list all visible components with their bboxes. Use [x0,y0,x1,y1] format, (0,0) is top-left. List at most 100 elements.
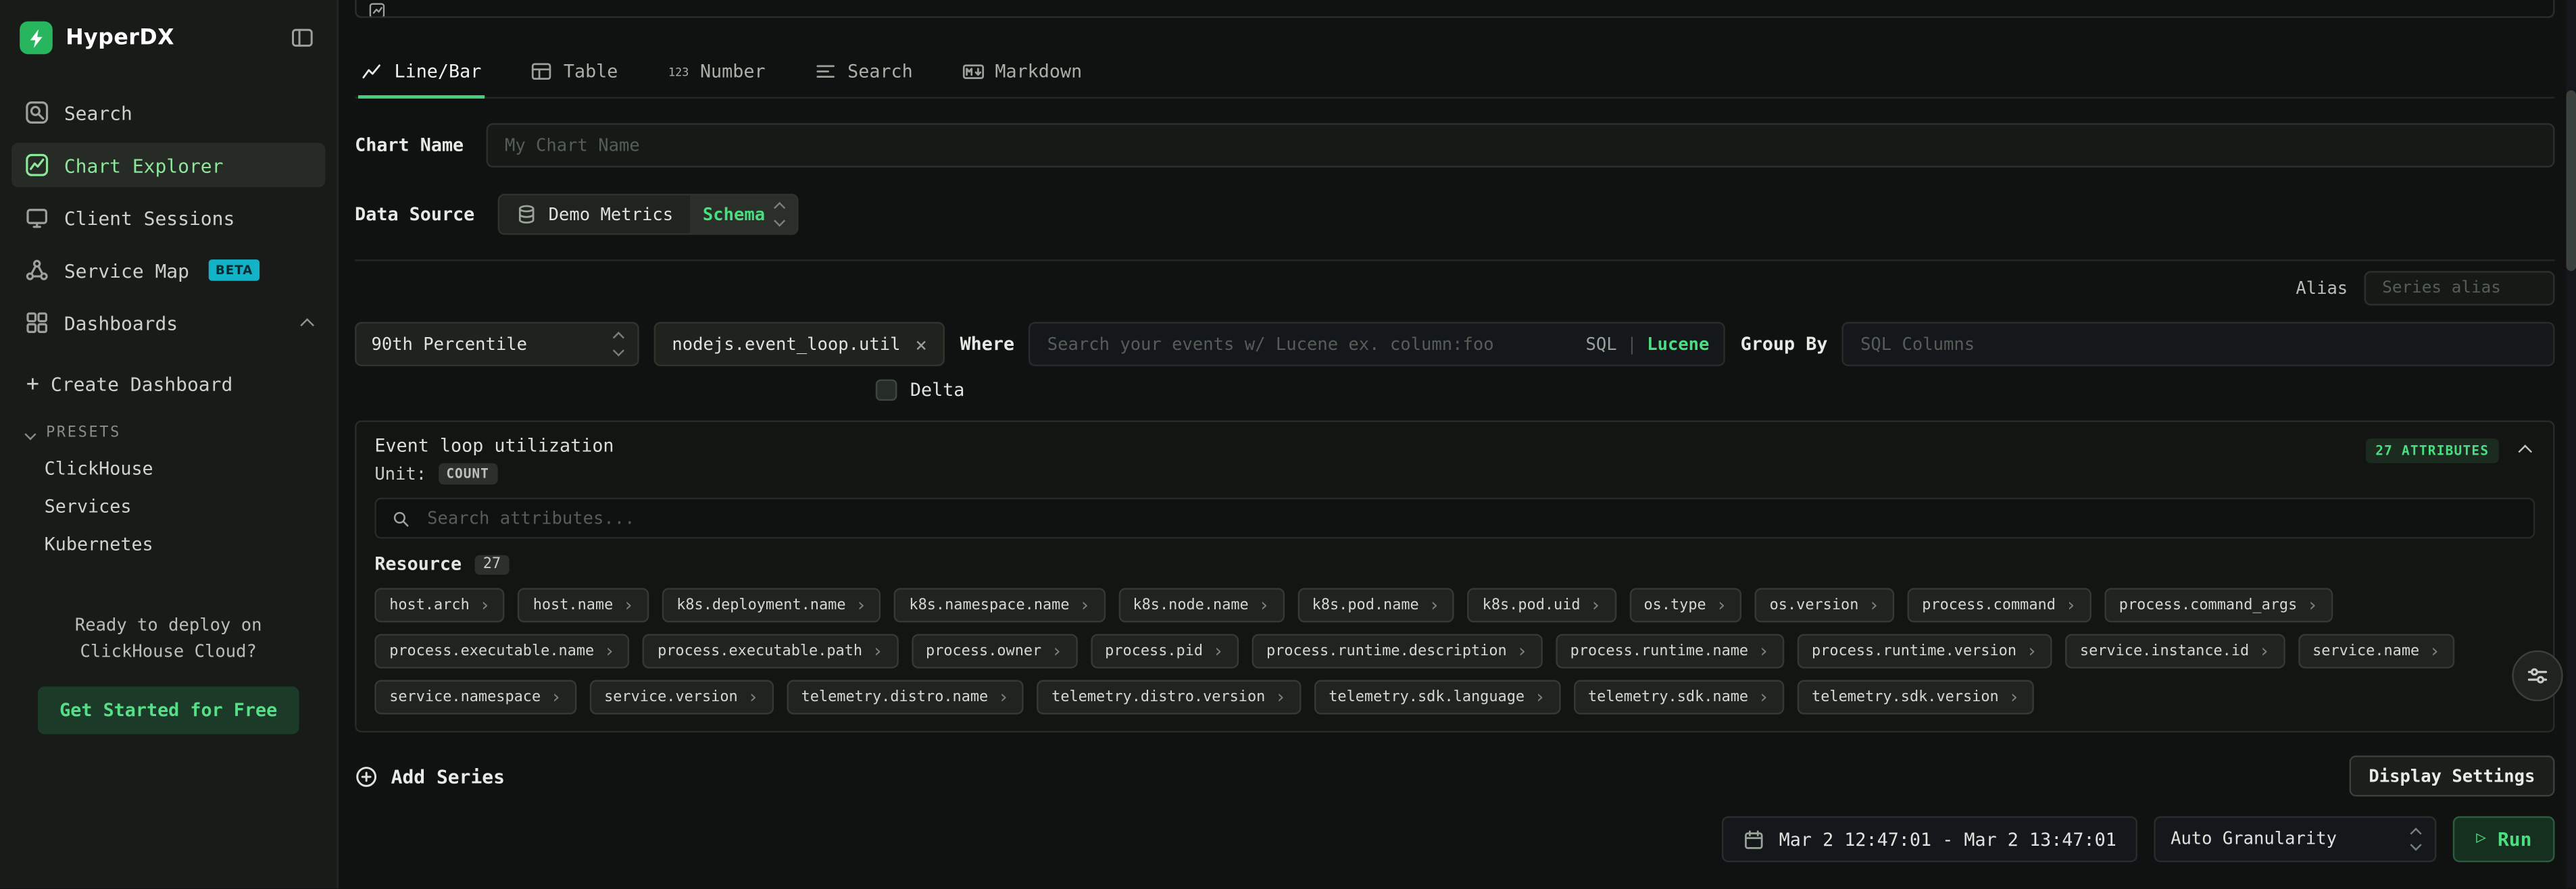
unit-row: Unit: COUNT [374,463,614,485]
granularity-select[interactable]: Auto Granularity [2154,816,2437,862]
attribute-chips: host.arch host.name k8s.deployment.name … [374,588,2535,714]
lucene-toggle[interactable]: Lucene [1647,334,1709,354]
tab-search[interactable]: Search [812,51,916,97]
number-icon: 123 [667,61,689,82]
data-source-select[interactable]: Demo Metrics Schema [497,194,797,235]
group-by-input[interactable] [1842,322,2554,367]
attribute-chip[interactable]: k8s.deployment.name [662,588,881,622]
attribute-chip[interactable]: host.arch [374,588,505,622]
attribute-chip[interactable]: process.runtime.description [1252,634,1542,668]
chevron-right-icon [1716,595,1727,615]
attribute-chip[interactable]: telemetry.distro.name [787,680,1024,715]
tab-number[interactable]: 123 Number [664,51,768,97]
chevron-right-icon [479,595,490,615]
aggregation-select[interactable]: 90th Percentile [355,322,639,367]
calendar-icon [1743,829,1764,850]
remove-metric-icon[interactable] [915,334,927,354]
main-content: Line/Bar Table 123 Number Search [339,0,2576,888]
chevron-right-icon [604,641,615,661]
attribute-chip[interactable]: k8s.pod.uid [1468,588,1616,622]
floating-sliders-button[interactable] [2512,651,2562,701]
preset-item-kubernetes[interactable]: Kubernetes [0,526,337,563]
sort-chevrons-icon [775,204,783,224]
attribute-chip[interactable]: os.version [1755,588,1894,622]
tab-markdown[interactable]: Markdown [959,51,1085,97]
presets-toggle[interactable]: PRESETS [0,411,337,450]
attribute-chip[interactable]: telemetry.sdk.language [1314,680,1560,715]
attribute-chip[interactable]: process.runtime.name [1556,634,1784,668]
get-started-button[interactable]: Get Started for Free [39,686,299,734]
sidebar-item-client-sessions[interactable]: Client Sessions [11,195,325,240]
chevron-right-icon [1429,595,1439,615]
run-label: Run [2498,828,2532,850]
display-settings-button[interactable]: Display Settings [2349,755,2554,796]
alias-input[interactable] [2364,271,2554,305]
attribute-chip[interactable]: process.executable.path [643,634,897,668]
attribute-chip[interactable]: process.owner [911,634,1077,668]
attribute-chip[interactable]: service.version [589,680,773,715]
chevron-right-icon [872,641,883,661]
where-label: Where [960,334,1015,355]
sidebar-item-dashboards[interactable]: Dashboards [11,301,325,345]
attribute-chip[interactable]: host.name [518,588,649,622]
table-icon [530,61,552,82]
plus-circle-icon [355,765,378,788]
markdown-icon [962,61,984,82]
create-dashboard-button[interactable]: + Create Dashboard [0,358,337,411]
create-dashboard-label: Create Dashboard [51,373,232,396]
dashboards-grid-icon [24,310,49,334]
tab-line-bar[interactable]: Line/Bar [358,51,485,97]
attribute-chip[interactable]: telemetry.sdk.version [1797,680,2034,715]
date-range-button[interactable]: Mar 2 12:47:01 - Mar 2 13:47:01 [1722,816,2138,862]
attributes-search-input[interactable] [424,507,2519,530]
attribute-chip[interactable]: process.command_args [2104,588,2333,622]
collapse-panel-button[interactable] [2515,441,2535,461]
sidebar-item-chart-explorer[interactable]: Chart Explorer [11,143,325,188]
sidebar-item-service-map[interactable]: Service Map BETA [11,248,325,293]
attribute-chip[interactable]: telemetry.sdk.name [1573,680,1784,715]
chevron-right-icon [1758,641,1769,661]
group-label: Resource [374,553,462,575]
attribute-chip[interactable]: service.namespace [374,680,576,715]
chart-name-input[interactable] [487,123,2554,168]
svg-text:123: 123 [668,66,689,79]
metric-chip[interactable]: nodejs.event_loop.util [654,322,945,367]
attribute-chip[interactable]: process.executable.name [374,634,629,668]
sidebar-collapse-button[interactable] [287,23,317,53]
attribute-chip[interactable]: k8s.pod.name [1297,588,1455,622]
attribute-chip[interactable]: process.command [1907,588,2091,622]
chevron-right-icon [747,687,758,707]
preset-item-services[interactable]: Services [0,488,337,526]
attribute-chip[interactable]: process.pid [1090,634,1238,668]
schema-label: Schema [703,205,765,224]
tab-table[interactable]: Table [527,51,621,97]
scrollbar-thumb[interactable] [2567,91,2576,271]
attribute-chip[interactable]: k8s.namespace.name [895,588,1106,622]
sidebar-nav: Search Chart Explorer Client Sessions Se… [0,68,337,345]
add-series-button[interactable]: Add Series [355,765,505,788]
chevron-down-icon [26,430,34,438]
sidebar-item-label: Search [64,101,132,124]
run-button[interactable]: Run [2453,816,2554,862]
beta-badge: BETA [209,259,259,281]
alias-row: Alias [355,271,2554,305]
chevron-right-icon [1079,595,1090,615]
preset-item-clickhouse[interactable]: ClickHouse [0,450,337,488]
attribute-chip[interactable]: telemetry.distro.version [1037,680,1301,715]
attribute-chip[interactable]: k8s.node.name [1118,588,1285,622]
attribute-chip[interactable]: service.name [2298,634,2455,668]
query-language-toggle: SQL | Lucene [1586,334,1710,354]
sql-toggle[interactable]: SQL [1586,334,1617,354]
attribute-chip[interactable]: os.type [1629,588,1742,622]
delta-checkbox[interactable] [876,380,897,401]
attribute-chip[interactable]: process.runtime.version [1797,634,2052,668]
schema-selector[interactable]: Schema [689,195,796,233]
monitor-icon [24,205,49,230]
attribute-chip[interactable]: service.instance.id [2065,634,2285,668]
chevron-right-icon [998,687,1009,707]
sidebar-item-search[interactable]: Search [11,91,325,135]
tab-label: Number [700,61,766,82]
tab-label: Line/Bar [394,61,481,82]
chevron-right-icon [623,595,634,615]
aggregation-value: 90th Percentile [371,334,527,354]
